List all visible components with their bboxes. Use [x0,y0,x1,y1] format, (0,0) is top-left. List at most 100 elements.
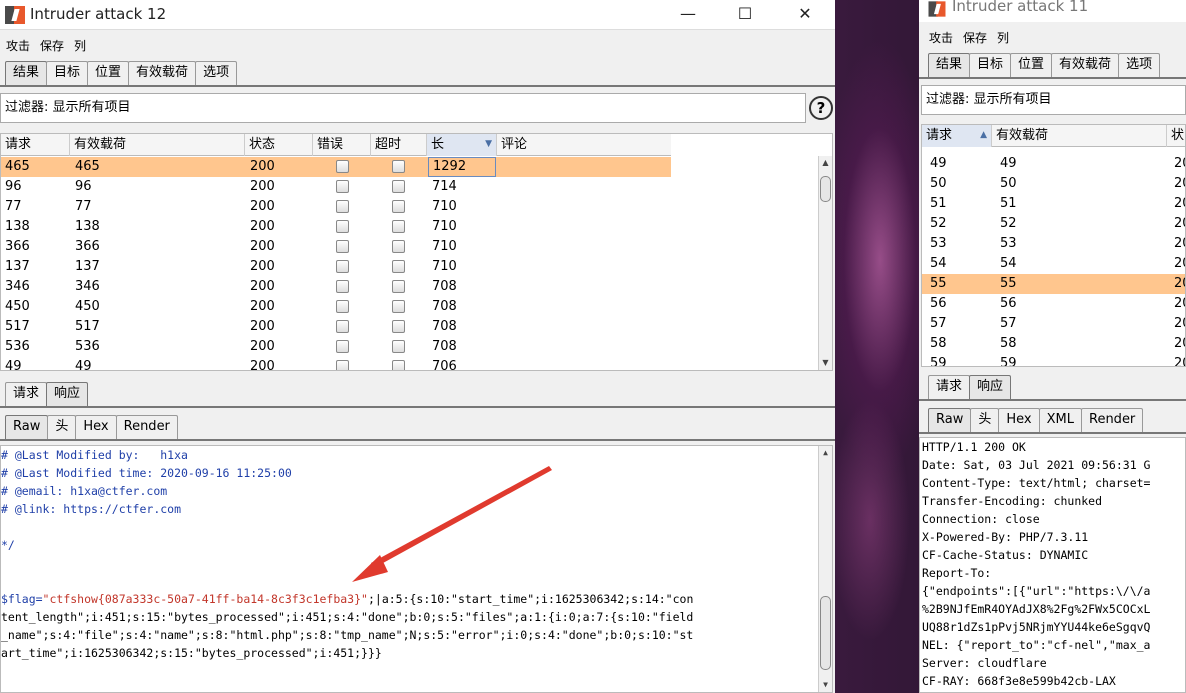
timeout-checkbox[interactable] [392,220,405,233]
col-timeout[interactable]: 超时 [371,134,427,156]
menu-columns[interactable]: 列 [997,29,1009,46]
title-bar[interactable]: Intruder attack 12 — ☐ ✕ [0,0,835,30]
table-row[interactable]: 346 346 200 708 [1,277,671,297]
error-checkbox[interactable] [336,160,349,173]
tab-response[interactable]: 响应 [969,375,1012,399]
table-row[interactable]: 57 57 20 [922,314,1185,334]
col-request[interactable]: 请求 ▲ [922,125,992,147]
tab-hex[interactable]: Hex [75,415,117,439]
table-row[interactable]: 77 77 200 710 [1,197,671,217]
error-checkbox[interactable] [336,300,349,313]
help-icon[interactable]: ? [809,96,833,120]
tab-hex[interactable]: Hex [998,408,1040,432]
table-row[interactable]: 137 137 200 710 [1,257,671,277]
timeout-checkbox[interactable] [392,320,405,333]
tab-payloads[interactable]: 有效载荷 [128,61,197,85]
scroll-thumb[interactable] [820,176,831,202]
error-checkbox[interactable] [336,200,349,213]
menu-attack[interactable]: 攻击 [6,37,30,54]
error-checkbox[interactable] [336,240,349,253]
table-row[interactable]: 50 50 20 [922,174,1185,194]
menu-save[interactable]: 保存 [963,29,987,46]
scroll-up-icon[interactable]: ▲ [819,446,832,460]
table-row[interactable]: 52 52 20 [922,214,1185,234]
timeout-checkbox[interactable] [392,160,405,173]
col-status[interactable]: 状 [1167,125,1185,147]
timeout-checkbox[interactable] [392,200,405,213]
table-row[interactable]: 366 366 200 710 [1,237,671,257]
response-headers[interactable]: HTTP/1.1 200 OK Date: Sat, 03 Jul 2021 09… [919,437,1186,693]
timeout-checkbox[interactable] [392,360,405,370]
error-checkbox[interactable] [336,220,349,233]
timeout-checkbox[interactable] [392,300,405,313]
tab-headers[interactable]: 头 [47,415,77,439]
error-checkbox[interactable] [336,180,349,193]
menu-attack[interactable]: 攻击 [929,29,953,46]
response-body[interactable]: # @Last Modified by: h1xa # @Last Modifi… [0,445,833,693]
table-row[interactable]: 450 450 200 708 [1,297,671,317]
tab-response[interactable]: 响应 [46,382,89,406]
error-checkbox[interactable] [336,280,349,293]
tab-raw[interactable]: Raw [928,408,972,432]
table-row[interactable]: 96 96 200 714 [1,177,671,197]
filter-bar-secondary[interactable]: 过滤器: 显示所有项目 [921,85,1186,115]
table-row[interactable]: 58 58 20 [922,334,1185,354]
col-comment[interactable]: 评论 [497,134,671,156]
error-checkbox[interactable] [336,360,349,370]
tab-payloads[interactable]: 有效载荷 [1051,53,1120,77]
error-checkbox[interactable] [336,260,349,273]
scroll-down-icon[interactable]: ▼ [819,356,832,370]
scroll-up-icon[interactable]: ▲ [819,156,832,170]
tab-request[interactable]: 请求 [5,382,48,406]
table-row[interactable]: 53 53 20 [922,234,1185,254]
tab-target[interactable]: 目标 [969,53,1012,77]
timeout-checkbox[interactable] [392,260,405,273]
response-scrollbar[interactable]: ▲ ▼ [818,446,832,692]
filter-bar[interactable]: 过滤器: 显示所有项目 [0,93,806,123]
menu-save[interactable]: 保存 [40,37,64,54]
tab-request[interactable]: 请求 [928,375,971,399]
title-bar-secondary[interactable]: Intruder attack 11 [919,0,1186,22]
tab-render[interactable]: Render [115,415,178,439]
tab-results[interactable]: 结果 [5,61,48,85]
tab-options[interactable]: 选项 [1118,53,1161,77]
table-row[interactable]: 138 138 200 710 [1,217,671,237]
tab-headers[interactable]: 头 [970,408,1000,432]
table-row[interactable]: 49 49 20 [922,154,1185,174]
table-row[interactable]: 465 465 200 1292 [1,157,671,177]
error-checkbox[interactable] [336,340,349,353]
tab-results[interactable]: 结果 [928,53,971,77]
tab-target[interactable]: 目标 [46,61,89,85]
timeout-checkbox[interactable] [392,240,405,253]
table-row[interactable]: 49 49 200 706 [1,357,671,370]
timeout-checkbox[interactable] [392,280,405,293]
col-payload[interactable]: 有效载荷 [992,125,1167,147]
menu-columns[interactable]: 列 [74,37,86,54]
tab-xml[interactable]: XML [1038,408,1082,432]
table-row[interactable]: 59 59 20 [922,354,1185,366]
table-row[interactable]: 51 51 20 [922,194,1185,214]
scroll-down-icon[interactable]: ▼ [819,678,832,692]
timeout-checkbox[interactable] [392,340,405,353]
col-status[interactable]: 状态 [245,134,313,156]
tab-render[interactable]: Render [1081,408,1144,432]
tab-raw[interactable]: Raw [5,415,49,439]
minimize-button[interactable]: — [665,0,711,30]
maximize-button[interactable]: ☐ [722,0,768,30]
close-button[interactable]: ✕ [782,0,828,30]
scroll-thumb[interactable] [820,596,831,670]
table-scrollbar[interactable]: ▲ ▼ [818,156,832,370]
table-row[interactable]: 517 517 200 708 [1,317,671,337]
table-row[interactable]: 536 536 200 708 [1,337,671,357]
col-error[interactable]: 错误 [313,134,371,156]
col-payload[interactable]: 有效载荷 [70,134,245,156]
timeout-checkbox[interactable] [392,180,405,193]
error-checkbox[interactable] [336,320,349,333]
tab-options[interactable]: 选项 [195,61,238,85]
table-row[interactable]: 55 55 20 [922,274,1185,294]
col-request[interactable]: 请求 [1,134,70,156]
tab-positions[interactable]: 位置 [1010,53,1053,77]
table-row[interactable]: 56 56 20 [922,294,1185,314]
tab-positions[interactable]: 位置 [87,61,130,85]
col-length[interactable]: 长 ▼ [427,134,497,156]
